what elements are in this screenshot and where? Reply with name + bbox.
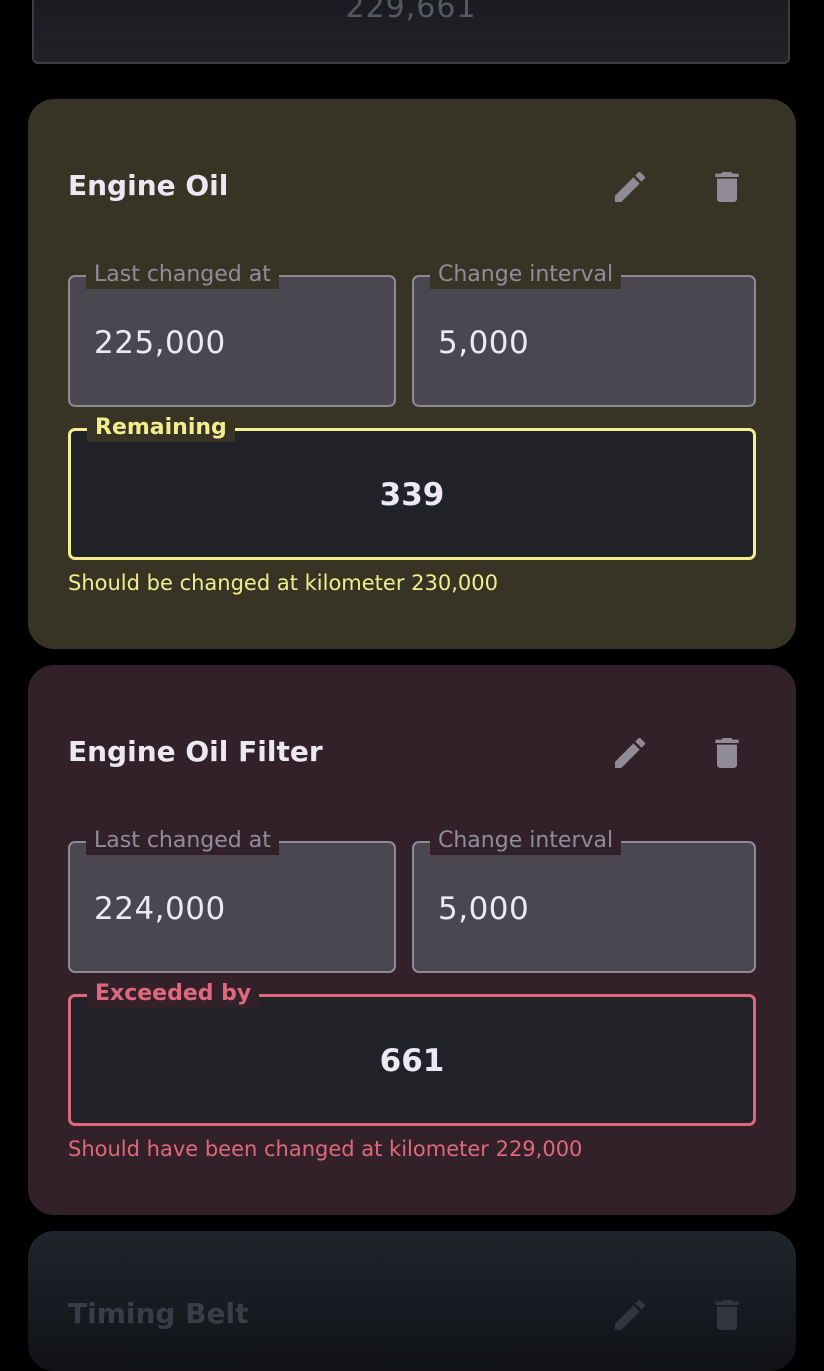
change-interval-field[interactable]: Change interval 5,000 [412,827,756,973]
next-card: Timing Belt [28,1231,796,1371]
delete-button[interactable] [705,1293,749,1337]
trash-icon [715,1300,739,1330]
maintenance-card-engine-oil: Engine Oil Last changed at 225,000 Chang… [28,99,796,649]
pencil-icon [615,171,646,202]
pencil-icon [615,737,646,768]
last-changed-value: 224,000 [94,891,226,927]
last-changed-field[interactable]: Last changed at 224,000 [68,827,396,973]
edit-button[interactable] [608,165,652,209]
change-interval-value: 5,000 [438,325,530,361]
previous-card-value: 229,661 [345,0,477,25]
delete-button[interactable] [705,165,749,209]
previous-card: 229,661 [32,0,790,64]
last-changed-value: 225,000 [94,325,226,361]
last-changed-label: Last changed at [86,827,279,855]
exceeded-value: 661 [379,1043,445,1079]
helper-text: Should be changed at kilometer 230,000 [68,571,498,595]
remaining-value: 339 [379,477,445,513]
delete-button[interactable] [705,731,749,775]
last-changed-label: Last changed at [86,261,279,289]
last-changed-field[interactable]: Last changed at 225,000 [68,261,396,407]
maintenance-card-engine-oil-filter: Engine Oil Filter Last changed at 224,00… [28,665,796,1215]
change-interval-label: Change interval [430,827,622,855]
helper-text: Should have been changed at kilometer 22… [68,1137,583,1161]
next-card-title: Timing Belt [68,1297,249,1330]
card-title: Engine Oil Filter [68,735,323,768]
card-title: Engine Oil [68,169,229,202]
pencil-icon [615,1299,646,1330]
change-interval-label: Change interval [430,261,622,289]
edit-button[interactable] [608,731,652,775]
remaining-field: Remaining 339 [68,414,756,560]
trash-icon [715,738,739,768]
remaining-label: Remaining [87,414,235,442]
exceeded-field: Exceeded by 661 [68,980,756,1126]
change-interval-field[interactable]: Change interval 5,000 [412,261,756,407]
exceeded-label: Exceeded by [87,980,260,1008]
trash-icon [715,172,739,202]
edit-button[interactable] [608,1293,652,1337]
change-interval-value: 5,000 [438,891,530,927]
